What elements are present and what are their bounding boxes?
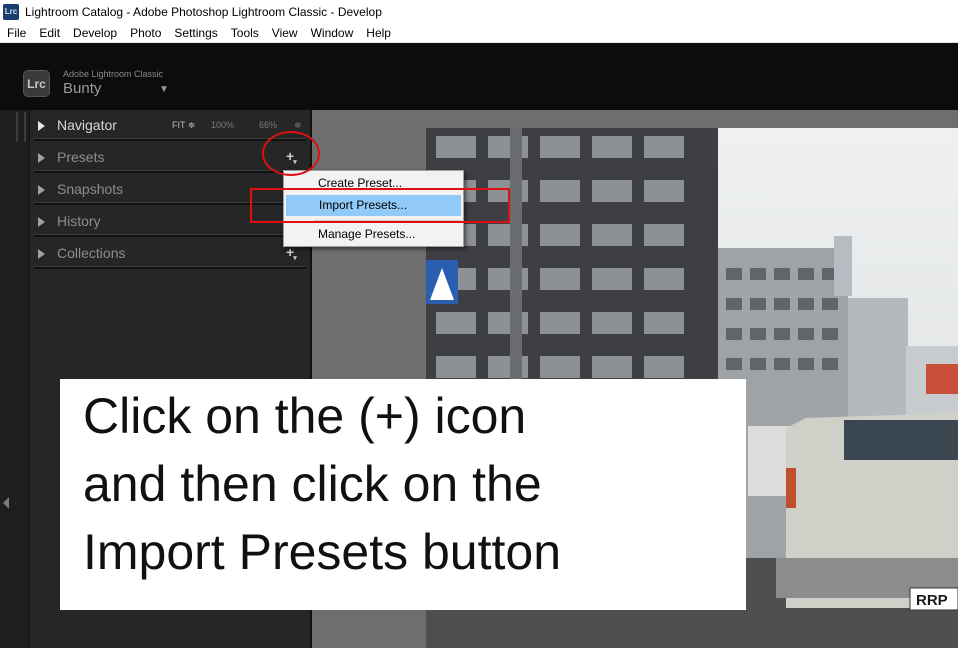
lightroom-app-icon: Lrc bbox=[3, 3, 19, 20]
expand-triangle-icon[interactable] bbox=[38, 121, 45, 131]
instruction-line-2: and then click on the bbox=[83, 456, 542, 512]
collections-label: Collections bbox=[57, 245, 126, 261]
expand-triangle-icon[interactable] bbox=[38, 249, 45, 259]
zoom-fit-option[interactable]: FIT ≑ bbox=[172, 120, 195, 131]
manage-presets-menu-item[interactable]: Manage Presets... bbox=[285, 224, 462, 245]
instruction-line-1: Click on the (+) icon bbox=[83, 388, 527, 444]
highlight-circle-annotation bbox=[262, 131, 320, 176]
zoom-stepper-icon[interactable]: ≑ bbox=[294, 120, 302, 131]
navigator-header[interactable]: Navigator FIT ≑ 100% 66% ≑ bbox=[30, 110, 308, 141]
menu-file[interactable]: File bbox=[1, 26, 32, 40]
catalog-name[interactable]: Bunty bbox=[63, 80, 101, 97]
menu-photo[interactable]: Photo bbox=[124, 26, 167, 40]
menu-develop[interactable]: Develop bbox=[67, 26, 123, 40]
lrc-logo-icon: Lrc bbox=[23, 70, 50, 97]
section-divider bbox=[34, 266, 306, 269]
zoom-66-option[interactable]: 66% bbox=[259, 120, 277, 130]
menu-tools[interactable]: Tools bbox=[225, 26, 265, 40]
navigator-label: Navigator bbox=[57, 117, 117, 133]
menu-bar: File Edit Develop Photo Settings Tools V… bbox=[0, 23, 958, 43]
expand-triangle-icon[interactable] bbox=[38, 153, 45, 163]
collections-header[interactable]: Collections +▾ bbox=[30, 238, 308, 269]
menu-help[interactable]: Help bbox=[360, 26, 397, 40]
menu-view[interactable]: View bbox=[266, 26, 304, 40]
brand-name: Adobe Lightroom Classic bbox=[63, 69, 164, 79]
history-label: History bbox=[57, 213, 101, 229]
menu-edit[interactable]: Edit bbox=[33, 26, 66, 40]
highlight-rectangle-annotation bbox=[250, 188, 510, 223]
expand-triangle-icon[interactable] bbox=[38, 217, 45, 227]
catalog-dropdown-icon[interactable]: ▼ bbox=[159, 84, 169, 95]
menu-window[interactable]: Window bbox=[305, 26, 360, 40]
title-bar: Lrc Lightroom Catalog - Adobe Photoshop … bbox=[0, 0, 958, 23]
instruction-box: Click on the (+) icon and then click on … bbox=[60, 379, 746, 610]
zoom-100-option[interactable]: 100% bbox=[211, 120, 234, 130]
expand-triangle-icon[interactable] bbox=[38, 185, 45, 195]
section-divider bbox=[34, 170, 306, 173]
presets-label: Presets bbox=[57, 149, 105, 165]
panel-grip[interactable] bbox=[16, 112, 26, 142]
instruction-line-3: Import Presets button bbox=[83, 524, 562, 580]
left-panel-edge[interactable] bbox=[0, 110, 30, 648]
window-title: Lightroom Catalog - Adobe Photoshop Ligh… bbox=[25, 4, 382, 19]
section-divider bbox=[34, 138, 306, 141]
snapshots-label: Snapshots bbox=[57, 181, 124, 197]
section-divider bbox=[34, 234, 306, 237]
menu-settings[interactable]: Settings bbox=[168, 26, 223, 40]
identity-plate: Lrc Adobe Lightroom Classic Bunty ▼ bbox=[0, 43, 958, 110]
collapse-left-panel-icon[interactable] bbox=[3, 497, 9, 509]
license-plate-text: RRP bbox=[916, 592, 948, 609]
